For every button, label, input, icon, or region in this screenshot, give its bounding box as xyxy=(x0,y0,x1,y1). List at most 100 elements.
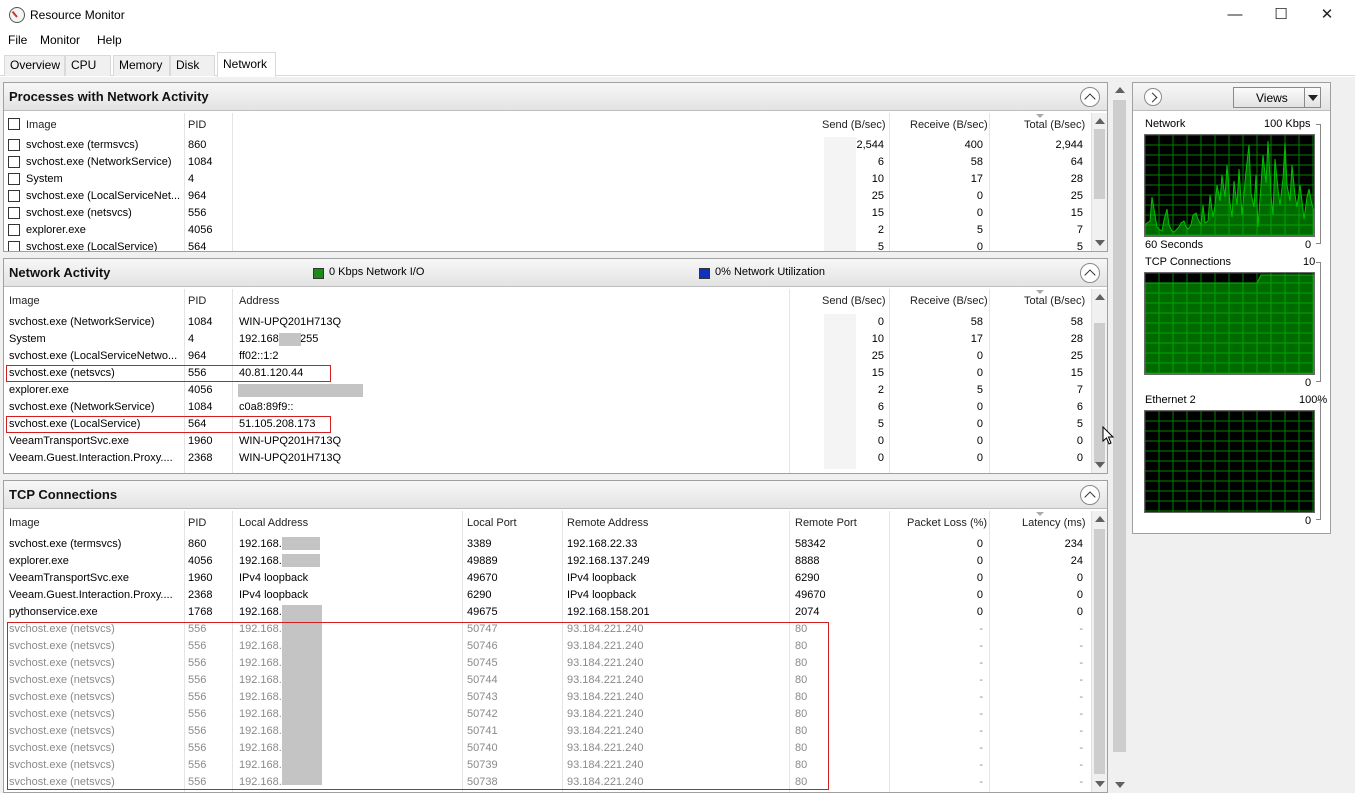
cell-image: svchost.exe (LocalServiceNet... xyxy=(26,190,181,202)
table-row[interactable]: svchost.exe (LocalService) 564 5 0 5 xyxy=(4,239,1094,252)
table-row[interactable]: svchost.exe (NetworkService) 1084 c0a8:89f… xyxy=(4,399,1094,416)
cell-receive: 0 xyxy=(976,418,983,430)
row-checkbox[interactable] xyxy=(8,156,20,168)
cell-total: 0 xyxy=(1076,435,1083,447)
scroll-up-icon[interactable] xyxy=(1095,294,1105,300)
processes-panel-header[interactable]: Processes with Network Activity xyxy=(4,83,1107,111)
cell-address-suffix: 255 xyxy=(300,333,319,345)
column-pid[interactable]: PID xyxy=(188,295,206,307)
table-row[interactable]: svchost.exe (termsvcs) 860 2,544 400 2,944 xyxy=(4,137,1094,154)
select-all-checkbox[interactable] xyxy=(8,118,20,130)
views-button[interactable]: Views xyxy=(1233,87,1321,108)
column-remote-port[interactable]: Remote Port xyxy=(795,517,857,529)
cell-receive: 0 xyxy=(976,401,983,413)
menu-help[interactable]: Help xyxy=(97,33,122,47)
scroll-down-icon[interactable] xyxy=(1095,781,1105,787)
column-packet-loss[interactable]: Packet Loss (%) xyxy=(907,517,987,529)
tab-disk[interactable]: Disk xyxy=(170,55,215,76)
views-dropdown-icon[interactable] xyxy=(1304,88,1320,107)
close-button[interactable]: ✕ xyxy=(1304,0,1350,30)
tab-memory[interactable]: Memory xyxy=(113,55,170,76)
cell-send: 5 xyxy=(877,241,884,252)
table-row[interactable]: System 4 10 17 28 xyxy=(4,171,1094,188)
column-receive[interactable]: Receive (B/sec) xyxy=(910,119,988,131)
scroll-up-icon[interactable] xyxy=(1115,87,1125,93)
row-checkbox[interactable] xyxy=(8,173,20,185)
cell-image: explorer.exe xyxy=(26,224,86,236)
cell-image: svchost.exe (netsvcs) xyxy=(26,207,132,219)
row-checkbox[interactable] xyxy=(8,224,20,236)
column-send[interactable]: Send (B/sec) xyxy=(822,295,886,307)
column-remote-address[interactable]: Remote Address xyxy=(567,517,648,529)
cell-remote-port: 6290 xyxy=(795,572,820,584)
panel-title: TCP Connections xyxy=(9,487,118,502)
tcp-connections-panel: TCP Connections Image PID Local Address … xyxy=(3,480,1108,793)
table-row[interactable]: svchost.exe (NetworkService) 1084 6 58 64 xyxy=(4,154,1094,171)
table-row[interactable]: svchost.exe (termsvcs) 860 192.168. 3389 192… xyxy=(4,536,1094,553)
table-row[interactable]: VeeamTransportSvc.exe 1960 WIN-UPQ201H713Q… xyxy=(4,433,1094,450)
table-row[interactable]: explorer.exe 4056 2 5 7 xyxy=(4,222,1094,239)
column-send[interactable]: Send (B/sec) xyxy=(822,119,886,131)
column-latency[interactable]: Latency (ms) xyxy=(1022,517,1086,529)
column-receive[interactable]: Receive (B/sec) xyxy=(910,295,988,307)
table-row[interactable]: VeeamTransportSvc.exe 1960 IPv4 loopback 49… xyxy=(4,570,1094,587)
cell-packet-loss: 0 xyxy=(976,555,983,567)
cell-total: 7 xyxy=(1076,224,1083,236)
column-total[interactable]: Total (B/sec) xyxy=(1024,119,1085,131)
cell-total: 6 xyxy=(1076,401,1083,413)
table-row[interactable]: explorer.exe 4056 2 5 7 xyxy=(4,382,1094,399)
scroll-down-icon[interactable] xyxy=(1115,782,1125,788)
scroll-down-icon[interactable] xyxy=(1095,240,1105,246)
row-checkbox[interactable] xyxy=(8,207,20,219)
scroll-down-icon[interactable] xyxy=(1095,462,1105,468)
column-headers: Image PID Send (B/sec) Receive (B/sec) T… xyxy=(4,113,1094,135)
cell-send: 15 xyxy=(871,207,884,219)
tcp-connections-header[interactable]: TCP Connections xyxy=(4,481,1107,509)
maximize-button[interactable]: ☐ xyxy=(1258,0,1304,30)
collapse-icon[interactable] xyxy=(1080,263,1100,283)
expand-icon[interactable] xyxy=(1144,88,1162,106)
cell-receive: 0 xyxy=(976,367,983,379)
column-address[interactable]: Address xyxy=(239,295,279,307)
minimize-button[interactable]: — xyxy=(1212,0,1258,30)
row-checkbox[interactable] xyxy=(8,139,20,151)
collapse-icon[interactable] xyxy=(1080,87,1100,107)
cell-remote-address: 192.168.158.201 xyxy=(567,606,650,618)
scroll-up-icon[interactable] xyxy=(1095,516,1105,522)
network-activity-header[interactable]: Network Activity 0 Kbps Network I/O 0% N… xyxy=(4,259,1107,287)
scroll-up-icon[interactable] xyxy=(1095,118,1105,124)
cell-pid: 556 xyxy=(188,207,207,219)
table-row[interactable]: System 4 192.168. 255 10 17 28 xyxy=(4,331,1094,348)
row-checkbox[interactable] xyxy=(8,190,20,202)
column-image[interactable]: Image xyxy=(26,119,57,131)
tab-network[interactable]: Network xyxy=(217,52,276,77)
cell-send: 2 xyxy=(877,224,884,236)
cell-receive: 58 xyxy=(970,316,983,328)
table-row[interactable]: svchost.exe (NetworkService) 1084 WIN-UPQ2… xyxy=(4,314,1094,331)
menu-monitor[interactable]: Monitor xyxy=(40,33,80,47)
processes-panel: Processes with Network Activity Image PI… xyxy=(3,82,1108,252)
tab-cpu[interactable]: CPU xyxy=(65,55,111,76)
tab-overview[interactable]: Overview xyxy=(4,55,65,76)
column-pid[interactable]: PID xyxy=(188,119,206,131)
table-row[interactable]: svchost.exe (LocalServiceNet... 964 25 0 25 xyxy=(4,188,1094,205)
table-row[interactable]: Veeam.Guest.Interaction.Proxy.... 2368 WIN… xyxy=(4,450,1094,467)
table-row[interactable]: svchost.exe (netsvcs) 556 15 0 15 xyxy=(4,205,1094,222)
column-image[interactable]: Image xyxy=(9,295,40,307)
menu-file[interactable]: File xyxy=(8,33,27,47)
tcp-scrollbar[interactable] xyxy=(1091,511,1107,792)
row-checkbox[interactable] xyxy=(8,241,20,251)
column-total[interactable]: Total (B/sec) xyxy=(1024,295,1085,307)
graph-title: TCP Connections xyxy=(1145,256,1232,268)
column-local-port[interactable]: Local Port xyxy=(467,517,517,529)
table-row[interactable]: pythonservice.exe 1768 192.168. 49675 192.16… xyxy=(4,604,1094,621)
table-row[interactable]: Veeam.Guest.Interaction.Proxy.... 2368 IPv… xyxy=(4,587,1094,604)
table-row[interactable]: svchost.exe (LocalServiceNetwo... 964 ff02… xyxy=(4,348,1094,365)
collapse-icon[interactable] xyxy=(1080,485,1100,505)
column-pid[interactable]: PID xyxy=(188,517,206,529)
column-image[interactable]: Image xyxy=(9,517,40,529)
cell-packet-loss: - xyxy=(979,708,983,720)
table-row[interactable]: explorer.exe 4056 192.168. 49889 192.168.137… xyxy=(4,553,1094,570)
column-local-address[interactable]: Local Address xyxy=(239,517,308,529)
processes-scrollbar[interactable] xyxy=(1091,113,1107,251)
